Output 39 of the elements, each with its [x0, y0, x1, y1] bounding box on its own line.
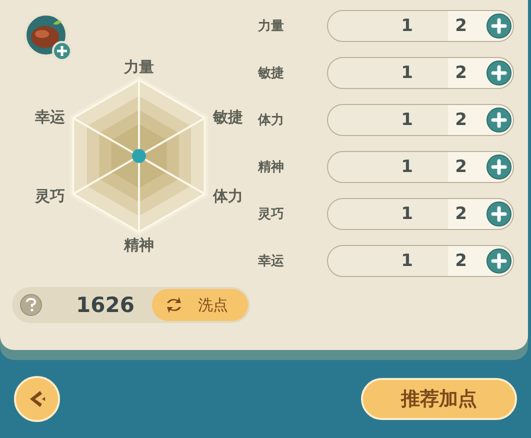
- radar-axis-label: 幸运: [34, 106, 66, 128]
- stat-label: 幸运: [258, 253, 285, 270]
- next-value: 2: [454, 110, 467, 130]
- stat-label: 力量: [258, 18, 285, 35]
- question-mark-icon: [25, 298, 37, 312]
- recommend-points-button[interactable]: 推荐加点: [361, 378, 517, 420]
- stat-label: 体力: [258, 112, 285, 129]
- refresh-icon: [164, 296, 184, 314]
- stat-label: 精神: [258, 159, 285, 176]
- next-value: 2: [454, 16, 467, 36]
- reset-points-button[interactable]: 洗点: [152, 289, 248, 321]
- current-value: 1: [400, 204, 413, 224]
- next-value: 2: [454, 157, 467, 177]
- current-value: 1: [400, 63, 413, 83]
- stat-label: 灵巧: [258, 206, 285, 223]
- next-value: 2: [454, 251, 467, 271]
- center-point: [132, 149, 146, 163]
- plus-button-icon[interactable]: [486, 13, 512, 39]
- radar-axis-label: 敏捷: [212, 106, 244, 128]
- help-button[interactable]: [20, 294, 42, 316]
- points-value: 1626: [76, 293, 136, 317]
- stat-label: 敏捷: [258, 65, 285, 82]
- current-value: 1: [400, 110, 413, 130]
- current-value: 1: [400, 157, 413, 177]
- plus-button-icon[interactable]: [486, 107, 512, 133]
- current-value: 1: [400, 16, 413, 36]
- radar-axis-label: 精神: [122, 235, 155, 256]
- radar-axis-label: 力量: [122, 57, 155, 78]
- plus-button-icon[interactable]: [486, 60, 512, 86]
- radar-axis-label: 体力: [212, 186, 244, 206]
- plus-button-icon[interactable]: [486, 154, 512, 180]
- current-value: 1: [400, 251, 413, 271]
- seed-avatar-icon[interactable]: [23, 12, 73, 62]
- next-value: 2: [454, 204, 467, 224]
- next-value: 2: [454, 63, 467, 83]
- plus-button-icon[interactable]: [486, 248, 512, 274]
- plus-button-icon[interactable]: [486, 201, 512, 227]
- back-button[interactable]: [14, 376, 60, 422]
- radar-axis-label: 灵巧: [34, 186, 66, 206]
